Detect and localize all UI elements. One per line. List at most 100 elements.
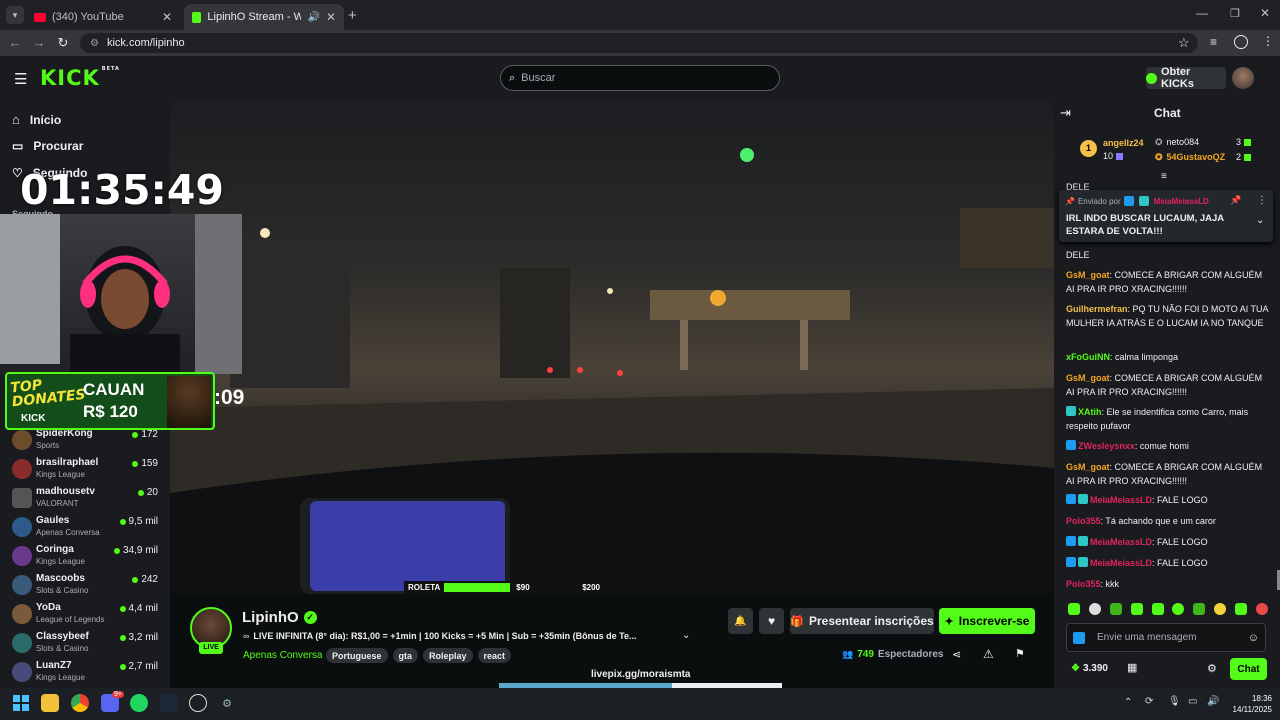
close-icon[interactable]: ✕ bbox=[326, 10, 336, 24]
store-icon[interactable]: ▦ bbox=[1127, 661, 1137, 674]
chat-send-button[interactable]: Chat bbox=[1230, 658, 1267, 680]
clip-icon[interactable]: ⚑ bbox=[1015, 647, 1025, 660]
leader-name[interactable]: ✪ 54GustavoQZ bbox=[1155, 152, 1225, 163]
expand-leaderboard-icon[interactable]: ≡ bbox=[1161, 171, 1167, 182]
profile-icon[interactable] bbox=[1234, 35, 1248, 49]
tag[interactable]: react bbox=[477, 648, 512, 663]
new-tab-button[interactable]: + bbox=[348, 7, 357, 24]
sidebar-channel[interactable]: SpiderKong Sports 172 bbox=[12, 428, 162, 455]
minimize-button[interactable]: — bbox=[1196, 6, 1208, 20]
emote-icon[interactable] bbox=[1130, 603, 1143, 615]
tray-clock[interactable]: 18:36 14/11/2025 bbox=[1226, 693, 1272, 715]
restore-button[interactable]: ❐ bbox=[1230, 7, 1240, 20]
emote-icon[interactable] bbox=[1193, 603, 1206, 615]
chat-username[interactable]: GsM_goat bbox=[1066, 373, 1110, 383]
tab-search-button[interactable]: ▾ bbox=[6, 6, 24, 24]
bookmark-star-icon[interactable]: ☆ bbox=[1178, 35, 1190, 51]
report-icon[interactable]: ⚠ bbox=[983, 647, 994, 661]
chat-username[interactable]: GsM_goat bbox=[1066, 462, 1110, 472]
pinned-message[interactable]: 📌 Enviado por MeiaMeiassLD 📌 ⋮ IRL INDO … bbox=[1059, 190, 1273, 242]
share-icon[interactable]: ⋖ bbox=[952, 648, 961, 661]
forward-icon[interactable]: → bbox=[30, 34, 48, 52]
tray-chevron-icon[interactable]: ⌃ bbox=[1124, 697, 1132, 708]
sidebar-item-home[interactable]: ⌂ Início bbox=[12, 112, 61, 127]
search-input[interactable]: ⌕ Buscar bbox=[500, 65, 780, 91]
spotify-icon[interactable] bbox=[130, 694, 148, 712]
emote-icon[interactable] bbox=[1255, 603, 1268, 615]
tray-sync-icon[interactable]: ⟳ bbox=[1145, 696, 1153, 707]
emote-icon[interactable] bbox=[1172, 603, 1185, 615]
close-window-button[interactable]: ✕ bbox=[1260, 6, 1270, 20]
tag[interactable]: gta bbox=[392, 648, 419, 663]
sidebar-channel[interactable]: brasilraphael Kings League 159 bbox=[12, 457, 162, 484]
follow-heart-button[interactable]: ♥ bbox=[759, 608, 784, 634]
gift-subs-button[interactable]: 🎁 Presentear inscrições bbox=[790, 608, 934, 634]
media-control-icon[interactable]: ≡ bbox=[1210, 35, 1217, 49]
pinned-menu-icon[interactable]: ⋮ bbox=[1257, 195, 1267, 206]
sidebar-channel[interactable]: Classybeef Slots & Casino 3,2 mil bbox=[12, 631, 162, 658]
url-input[interactable]: ⚙ kick.com/lipinho bbox=[80, 33, 1198, 53]
emote-icon[interactable] bbox=[1088, 603, 1101, 615]
user-avatar[interactable] bbox=[1232, 67, 1254, 89]
tray-volume-icon[interactable]: 🔊 bbox=[1207, 696, 1219, 707]
site-info-icon[interactable]: ⚙ bbox=[90, 38, 99, 49]
hamburger-menu-icon[interactable]: ☰ bbox=[14, 70, 27, 88]
tray-mic-icon[interactable]: 🎙 bbox=[1168, 696, 1181, 707]
emote-icon[interactable] bbox=[1235, 603, 1247, 615]
channel-points[interactable]: ❖ 3.390 bbox=[1071, 663, 1108, 674]
sidebar-item-browse[interactable]: ▭ Procurar bbox=[12, 139, 83, 153]
emote-icon[interactable] bbox=[1068, 603, 1080, 615]
audio-icon[interactable]: 🔊 bbox=[307, 12, 319, 23]
collapse-chat-icon[interactable]: ⇥ bbox=[1060, 105, 1071, 121]
emote-icon[interactable] bbox=[1214, 603, 1227, 615]
streamer-name[interactable]: LipinhO ✓ bbox=[242, 609, 317, 626]
settings-icon[interactable]: ⚙ bbox=[218, 694, 236, 712]
chat-username[interactable]: MeiaMeiassLD bbox=[1090, 558, 1152, 568]
chat-username[interactable]: XAtih bbox=[1078, 407, 1102, 417]
steam-icon[interactable] bbox=[160, 694, 178, 712]
tag[interactable]: Portuguese bbox=[326, 648, 388, 663]
close-icon[interactable]: ✕ bbox=[162, 10, 172, 24]
expand-pinned-icon[interactable]: ⌄ bbox=[1256, 215, 1264, 226]
windows-start-icon[interactable] bbox=[12, 694, 30, 712]
file-explorer-icon[interactable] bbox=[41, 694, 59, 712]
sidebar-channel[interactable]: Coringa Kings League 34,9 mil bbox=[12, 544, 162, 571]
emote-icon[interactable] bbox=[1151, 603, 1164, 615]
sidebar-channel[interactable]: Mascoobs Slots & Casino 242 bbox=[12, 573, 162, 600]
tray-network-icon[interactable]: ▭ bbox=[1188, 696, 1197, 707]
subscribe-button[interactable]: ✦ Inscrever-se bbox=[939, 608, 1035, 634]
chat-username[interactable]: ZWesleysnxx bbox=[1078, 441, 1135, 451]
menu-icon[interactable]: ⋮ bbox=[1262, 34, 1274, 48]
chat-input[interactable]: Envie uma mensagem ☺ bbox=[1066, 623, 1266, 652]
unpin-icon[interactable]: 📌 bbox=[1230, 195, 1241, 206]
get-kicks-button[interactable]: Obter KICKs bbox=[1146, 66, 1226, 90]
clock-app-icon[interactable] bbox=[189, 694, 207, 712]
chrome-icon[interactable] bbox=[71, 694, 89, 712]
chat-username[interactable]: xFoGuiNN bbox=[1066, 352, 1110, 362]
chat-username[interactable]: MeiaMeiassLD bbox=[1090, 495, 1152, 505]
sidebar-channel[interactable]: YoDa League of Legends 4,4 mil bbox=[12, 602, 162, 629]
chat-settings-icon[interactable]: ⚙ bbox=[1207, 662, 1217, 675]
leader-name[interactable]: ✪ neto084 bbox=[1155, 137, 1199, 148]
tag[interactable]: Roleplay bbox=[423, 648, 473, 663]
leader-name[interactable]: angellz24 bbox=[1103, 138, 1144, 148]
sidebar-channel[interactable]: Gaules Apenas Conversa 9,5 mil bbox=[12, 515, 162, 542]
stream-category[interactable]: Apenas Conversa bbox=[243, 650, 323, 661]
reload-icon[interactable]: ↻ bbox=[54, 34, 72, 52]
tab-youtube[interactable]: (340) YouTube ✕ bbox=[26, 4, 180, 30]
kick-logo[interactable]: KICK BETA bbox=[40, 66, 120, 90]
sidebar-channel[interactable]: madhousetv VALORANT 20 bbox=[12, 486, 162, 513]
chat-username[interactable]: GsM_goat bbox=[1066, 270, 1110, 280]
emote-icon[interactable] bbox=[1109, 603, 1122, 615]
emoji-icon[interactable]: ☺ bbox=[1248, 632, 1259, 644]
video-player[interactable]: ROLETA $90 $200 bbox=[170, 98, 1054, 594]
chat-username[interactable]: MeiaMeiassLD bbox=[1090, 537, 1152, 547]
chat-username[interactable]: Guilhermefran bbox=[1066, 304, 1128, 314]
chat-username[interactable]: Polo355 bbox=[1066, 579, 1101, 589]
notifications-button[interactable]: 🔔 bbox=[728, 608, 753, 634]
back-icon[interactable]: ← bbox=[6, 34, 24, 52]
tab-kick[interactable]: LipinhO Stream - Watch Liv 🔊 ✕ bbox=[184, 4, 344, 30]
sidebar-channel[interactable]: LuanZ7 Kings League 2,7 mil bbox=[12, 660, 162, 687]
chat-username[interactable]: Polo355 bbox=[1066, 516, 1101, 526]
expand-title-icon[interactable]: ⌄ bbox=[682, 630, 690, 641]
